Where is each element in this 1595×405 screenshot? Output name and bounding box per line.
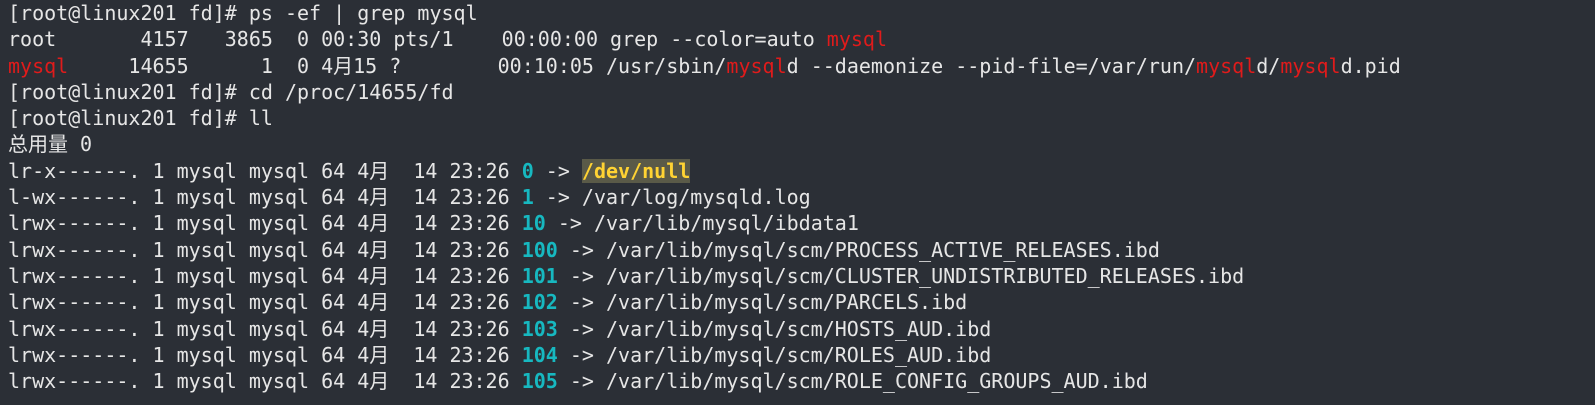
shell-prompt: [root@linux201 fd]# [8, 106, 249, 131]
link-arrow: -> [557, 342, 606, 367]
command-line-ll: [root@linux201 fd]# ll [8, 105, 1595, 131]
file-meta: 1 mysql mysql 64 4月 14 23:26 [140, 158, 522, 183]
file-meta: 1 mysql mysql 64 4月 14 23:26 [140, 185, 522, 210]
permissions: lrwx------. [8, 211, 141, 236]
link-target: /var/lib/mysql/ibdata1 [593, 211, 859, 236]
listing-row: lrwx------. 1 mysql mysql 64 4月 14 23:26… [8, 263, 1595, 289]
grep-match-highlight: mysql [8, 53, 69, 78]
listing-row: lrwx------. 1 mysql mysql 64 4月 14 23:26… [8, 289, 1595, 315]
fd-number: 101 [521, 263, 558, 288]
link-target: /var/lib/mysql/scm/PROCESS_ACTIVE_RELEAS… [605, 237, 1160, 262]
listing-row: lr-x------. 1 mysql mysql 64 4月 14 23:26… [8, 158, 1595, 184]
ps-row-grep: root 4157 3865 0 00:30 pts/1 00:00:00 gr… [8, 26, 1595, 52]
shell-prompt: [root@linux201 fd]# [8, 79, 249, 104]
link-target: /var/log/mysqld.log [581, 185, 811, 210]
fd-number: 102 [521, 290, 558, 315]
file-meta: 1 mysql mysql 64 4月 14 23:26 [140, 290, 522, 315]
ps-row-text: d/ [1256, 53, 1281, 78]
permissions: lrwx------. [8, 290, 141, 315]
link-arrow: -> [557, 316, 606, 341]
permissions: lr-x------. [8, 158, 141, 183]
link-target: /var/lib/mysql/scm/ROLES_AUD.ibd [605, 342, 992, 367]
file-meta: 1 mysql mysql 64 4月 14 23:26 [140, 369, 522, 394]
link-arrow: -> [533, 185, 582, 210]
fd-number: 10 [521, 211, 546, 236]
link-arrow: -> [557, 263, 606, 288]
link-arrow: -> [557, 290, 606, 315]
listing-row: l-wx------. 1 mysql mysql 64 4月 14 23:26… [8, 184, 1595, 210]
link-arrow: -> [545, 211, 594, 236]
listing-row: lrwx------. 1 mysql mysql 64 4月 14 23:26… [8, 342, 1595, 368]
grep-match-highlight: mysql [1196, 53, 1257, 78]
link-target-devnull: /dev/null [581, 158, 691, 183]
ps-row-mysqld: mysql 14655 1 0 4月15 ? 00:10:05 /usr/sbi… [8, 53, 1595, 79]
link-arrow: -> [557, 369, 606, 394]
grep-match-highlight: mysql [726, 53, 787, 78]
fd-number: 100 [521, 237, 558, 262]
permissions: lrwx------. [8, 342, 141, 367]
listing-row: lrwx------. 1 mysql mysql 64 4月 14 23:26… [8, 210, 1595, 236]
permissions: lrwx------. [8, 263, 141, 288]
link-target: /var/lib/mysql/scm/CLUSTER_UNDISTRIBUTED… [605, 263, 1245, 288]
listing-row: lrwx------. 1 mysql mysql 64 4月 14 23:26… [8, 316, 1595, 342]
ps-row-text: 14655 1 0 4月15 ? 00:10:05 /usr/sbin/ [68, 53, 727, 78]
file-meta: 1 mysql mysql 64 4月 14 23:26 [140, 237, 522, 262]
file-meta: 1 mysql mysql 64 4月 14 23:26 [140, 263, 522, 288]
shell-prompt: [root@linux201 fd]# [8, 1, 249, 25]
permissions: lrwx------. [8, 369, 141, 394]
link-arrow: -> [557, 237, 606, 262]
ps-row-text: d --daemonize --pid-file=/var/run/ [786, 53, 1197, 78]
file-meta: 1 mysql mysql 64 4月 14 23:26 [140, 342, 522, 367]
permissions: lrwx------. [8, 237, 141, 262]
grep-match-highlight: mysql [826, 27, 888, 52]
fd-number: 105 [521, 369, 558, 394]
command-text: cd /proc/14655/fd [248, 79, 454, 104]
file-meta: 1 mysql mysql 64 4月 14 23:26 [140, 316, 522, 341]
permissions: l-wx------. [8, 185, 141, 210]
command-line-cd: [root@linux201 fd]# cd /proc/14655/fd [8, 79, 1595, 105]
command-text: ll [248, 106, 273, 131]
total-line: 总用量 0 [8, 132, 93, 157]
link-arrow: -> [533, 158, 582, 183]
ps-row-text: root 4157 3865 0 00:30 pts/1 00:00:00 gr… [8, 27, 827, 52]
file-meta: 1 mysql mysql 64 4月 14 23:26 [140, 211, 522, 236]
listing-row: lrwx------. 1 mysql mysql 64 4月 14 23:26… [8, 368, 1595, 394]
command-line-grep: [root@linux201 fd]# ps -ef | grep mysql [8, 0, 1595, 26]
grep-match-highlight: mysql [1280, 53, 1341, 78]
listing-row: lrwx------. 1 mysql mysql 64 4月 14 23:26… [8, 237, 1595, 263]
ps-row-text: d.pid [1340, 53, 1401, 78]
link-target: /var/lib/mysql/scm/ROLE_CONFIG_GROUPS_AU… [605, 369, 1148, 394]
permissions: lrwx------. [8, 316, 141, 341]
fd-number: 104 [521, 342, 558, 367]
fd-number: 1 [521, 185, 534, 210]
terminal-window[interactable]: [root@linux201 fd]# ps -ef | grep mysql r… [0, 0, 1595, 405]
fd-number: 0 [521, 158, 534, 183]
fd-number: 103 [521, 316, 558, 341]
link-target: /var/lib/mysql/scm/HOSTS_AUD.ibd [605, 316, 992, 341]
command-text: ps -ef | grep mysql [248, 1, 478, 25]
link-target: /var/lib/mysql/scm/PARCELS.ibd [605, 290, 968, 315]
